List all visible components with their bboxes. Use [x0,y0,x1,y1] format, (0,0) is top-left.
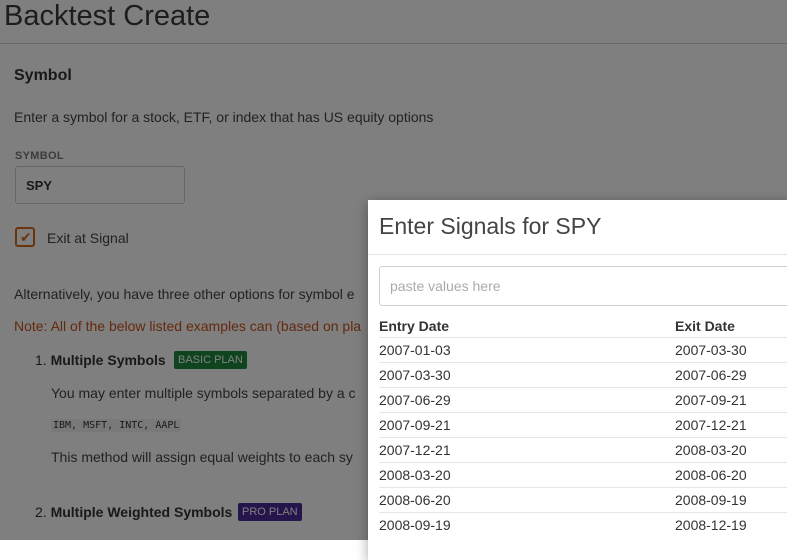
paste-values-input[interactable]: paste values here [379,266,787,306]
exit-date-cell: 2008-06-20 [675,467,747,483]
table-row: 2008-06-20 2008-09-19 [379,487,787,513]
enter-signals-modal: Enter Signals for SPY paste values here … [368,200,787,560]
table-row: 2008-09-19 2008-12-19 [379,512,787,538]
exit-date-cell: 2007-06-29 [675,367,747,383]
modal-title: Enter Signals for SPY [379,213,602,239]
entry-date-cell: 2007-06-29 [379,392,451,408]
exit-date-cell: 2008-03-20 [675,442,747,458]
table-row: 2008-03-20 2008-06-20 [379,462,787,488]
exit-date-cell: 2007-03-30 [675,342,747,358]
table-row: 2007-01-03 2007-03-30 [379,337,787,363]
exit-date-cell: 2008-09-19 [675,492,747,508]
entry-date-cell: 2007-01-03 [379,342,451,358]
entry-date-cell: 2007-09-21 [379,417,451,433]
entry-date-cell: 2008-03-20 [379,467,451,483]
table-row: 2007-12-21 2008-03-20 [379,437,787,463]
exit-date-cell: 2007-09-21 [675,392,747,408]
exit-date-cell: 2007-12-21 [675,417,747,433]
entry-date-cell: 2008-09-19 [379,517,451,533]
entry-date-cell: 2007-12-21 [379,442,451,458]
entry-date-cell: 2007-03-30 [379,367,451,383]
table-row: 2007-09-21 2007-12-21 [379,412,787,438]
entry-date-cell: 2008-06-20 [379,492,451,508]
modal-header-divider [368,254,787,255]
table-row: 2007-03-30 2007-06-29 [379,362,787,388]
exit-date-cell: 2008-12-19 [675,517,747,533]
table-row: 2007-06-29 2007-09-21 [379,387,787,413]
column-header-exit-date: Exit Date [675,318,735,334]
column-header-entry-date: Entry Date [379,318,450,334]
